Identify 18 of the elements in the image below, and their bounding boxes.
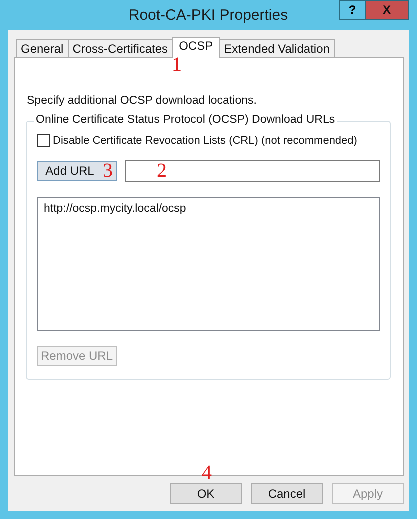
checkbox[interactable] xyxy=(37,134,50,147)
description-text: Specify additional OCSP download locations. xyxy=(27,95,258,107)
annotation-number: 1 xyxy=(172,55,182,75)
tab[interactable]: OCSP xyxy=(172,37,220,58)
annotation-number: 2 xyxy=(157,161,167,181)
close-button[interactable]: X xyxy=(365,0,409,20)
url-input-field[interactable] xyxy=(125,160,380,182)
dialog-button[interactable]: Cancel xyxy=(251,483,323,504)
annotation-number: 3 xyxy=(103,161,113,181)
url-list-item[interactable]: http://ocsp.mycity.local/ocsp xyxy=(44,203,373,215)
annotation-number: 4 xyxy=(202,463,212,483)
checkbox-label: Disable Certificate Revocation Lists (CRL) (not recommended) xyxy=(53,134,358,146)
tab[interactable]: General xyxy=(16,39,69,57)
window-title: Root-CA-PKI Properties xyxy=(128,6,288,24)
group-title: Online Certificate Status Protocol (OCSP) Download URLs xyxy=(34,114,338,126)
help-button[interactable]: ? xyxy=(339,0,365,20)
dialog-button[interactable]: OK xyxy=(170,483,242,504)
tab[interactable]: Extended Validation xyxy=(219,39,335,57)
